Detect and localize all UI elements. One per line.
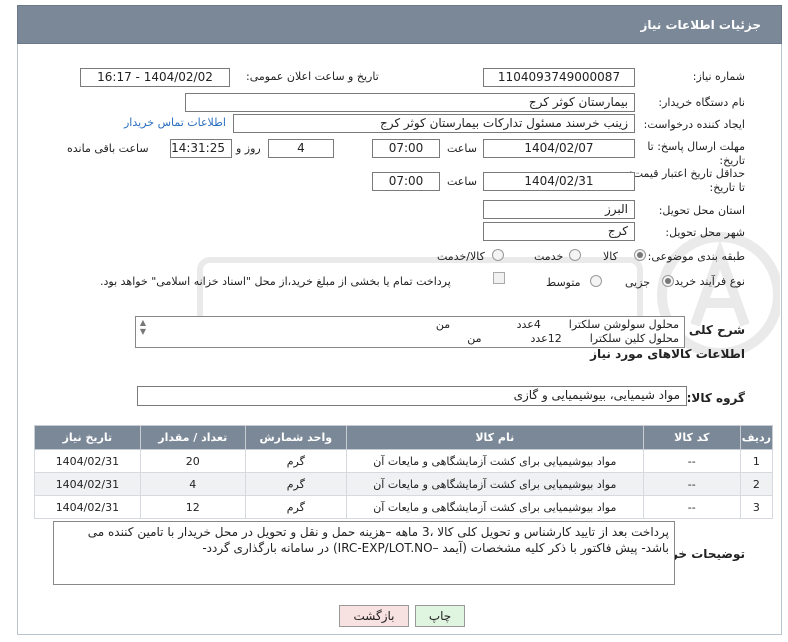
cell-need-date: 1404/02/31 (34, 449, 141, 473)
cell-quantity: 4 (139, 472, 246, 496)
announce-label: تاریخ و ساعت اعلان عمومی: (246, 70, 379, 83)
need-number-label: شماره نیاز: (692, 70, 745, 83)
cell-goods-name: مواد بیوشیمیایی برای کشت آزمایشگاهی و ما… (345, 472, 644, 496)
back-button[interactable]: بازگشت (339, 605, 409, 627)
requester-label: ایجاد کننده درخواست: (643, 118, 745, 131)
validity-time-field: 07:00 (372, 172, 440, 191)
need-number-field: 1104093749000087 (483, 68, 635, 87)
city-field: کرج (483, 222, 635, 241)
col-goods-code: کد کالا (642, 425, 741, 450)
remaining-time-field: 14:31:25 (170, 139, 232, 158)
cell-quantity: 12 (139, 495, 246, 519)
category-radio-goods-service[interactable] (492, 249, 504, 261)
cell-unit: گرم (244, 449, 347, 473)
cell-goods-name: مواد بیوشیمیایی برای کشت آزمایشگاهی و ما… (345, 495, 644, 519)
col-unit: واحد شمارش (244, 425, 347, 450)
col-quantity: تعداد / مقدار (139, 425, 246, 450)
process-option-minor: جزیی (625, 276, 651, 289)
col-goods-name: نام کالا (345, 425, 644, 450)
page: جزئیات اطلاعات نیاز شماره نیاز: 11040937… (0, 0, 788, 642)
process-radio-minor[interactable] (662, 275, 674, 287)
goods-group-label: گروه کالا: (686, 391, 745, 405)
category-radio-goods[interactable] (634, 249, 646, 261)
validity-label-2: تا تاریخ: (709, 181, 745, 194)
goods-table: ردیف کد کالا نام کالا واحد شمارش تعداد /… (34, 425, 774, 519)
days-remaining-field: 4 (268, 139, 334, 158)
col-need-date: تاریخ نیاز (34, 425, 141, 450)
deadline-label-1: مهلت ارسال پاسخ: تا (647, 140, 745, 153)
table-row: 1 -- مواد بیوشیمیایی برای کشت آزمایشگاهی… (34, 449, 774, 473)
category-option-goods: کالا (603, 250, 618, 263)
category-option-service: خدمت (534, 250, 564, 263)
process-label: نوع فرآیند خرید : (667, 275, 745, 288)
category-label: طبقه بندی موضوعی: (647, 250, 745, 263)
payment-note: پرداخت تمام یا بخشی از مبلغ خرید،از محل … (100, 275, 451, 288)
deadline-date-field: 1404/02/07 (483, 139, 635, 158)
remaining-time-label: ساعت باقی مانده (67, 142, 149, 155)
panel-title: جزئیات اطلاعات نیاز (640, 18, 761, 32)
province-field: البرز (483, 200, 635, 219)
deadline-time-label: ساعت (447, 142, 477, 155)
validity-time-label: ساعت (447, 175, 477, 188)
cell-goods-code: -- (642, 495, 741, 519)
cell-goods-code: -- (642, 449, 741, 473)
summary-scrollbar[interactable]: ▲ ▼ (137, 318, 149, 346)
category-option-goods-service: کالا/خدمت (437, 250, 485, 263)
cell-need-date: 1404/02/31 (34, 472, 141, 496)
category-radio-service[interactable] (569, 249, 581, 261)
deadline-time-field: 07:00 (372, 139, 440, 158)
panel-header: جزئیات اطلاعات نیاز (17, 5, 782, 44)
cell-unit: گرم (244, 495, 347, 519)
summary-line-1: محلول سولوشن سلکترا 4عدد من (435, 318, 679, 331)
cell-row-number: 3 (739, 495, 774, 519)
deadline-label-2: تاریخ: (719, 154, 745, 167)
cell-goods-name: مواد بیوشیمیایی برای کشت آزمایشگاهی و ما… (345, 449, 644, 473)
cell-row-number: 2 (739, 472, 774, 496)
province-label: استان محل تحویل: (658, 204, 745, 217)
buyer-notes-textarea[interactable]: پرداخت بعد از تایید کارشناس و تحویل کلی … (53, 521, 675, 585)
col-row-number: ردیف (739, 425, 774, 450)
print-button[interactable]: چاپ (415, 605, 465, 627)
cell-unit: گرم (244, 472, 347, 496)
validity-date-field: 1404/02/31 (483, 172, 635, 191)
table-row: 2 -- مواد بیوشیمیایی برای کشت آزمایشگاهی… (34, 472, 774, 496)
process-option-medium: متوسط (546, 276, 581, 289)
cell-quantity: 20 (139, 449, 246, 473)
process-radio-medium[interactable] (590, 275, 602, 287)
payment-checkbox[interactable] (493, 272, 505, 284)
announce-field: 1404/02/02 - 16:17 (80, 68, 230, 87)
goods-group-field: مواد شیمیایی، بیوشیمیایی و گازی (137, 386, 687, 406)
buyer-org-label: نام دستگاه خریدار: (658, 96, 745, 109)
days-label: روز و (236, 142, 261, 155)
buyer-org-field: بیمارستان کوثر کرج (185, 93, 635, 112)
table-row: 3 -- مواد بیوشیمیایی برای کشت آزمایشگاهی… (34, 495, 774, 519)
buyer-contact-link[interactable]: اطلاعات تماس خریدار (124, 116, 226, 129)
goods-section-title: اطلاعات کالاهای مورد نیاز (590, 347, 745, 361)
summary-line-2: محلول کلین سلکترا 12عدد من (467, 332, 679, 345)
cell-goods-code: -- (642, 472, 741, 496)
goods-table-header-row: ردیف کد کالا نام کالا واحد شمارش تعداد /… (34, 425, 774, 450)
validity-label-1: حداقل تاریخ اعتبار قیمت: (629, 167, 745, 180)
requester-field: زینب خرسند مسئول تدارکات بیمارستان کوثر … (233, 114, 635, 133)
summary-textarea[interactable]: محلول سولوشن سلکترا 4عدد من محلول کلین س… (135, 316, 685, 348)
city-label: شهر محل تحویل: (665, 226, 745, 239)
cell-need-date: 1404/02/31 (34, 495, 141, 519)
cell-row-number: 1 (739, 449, 774, 473)
